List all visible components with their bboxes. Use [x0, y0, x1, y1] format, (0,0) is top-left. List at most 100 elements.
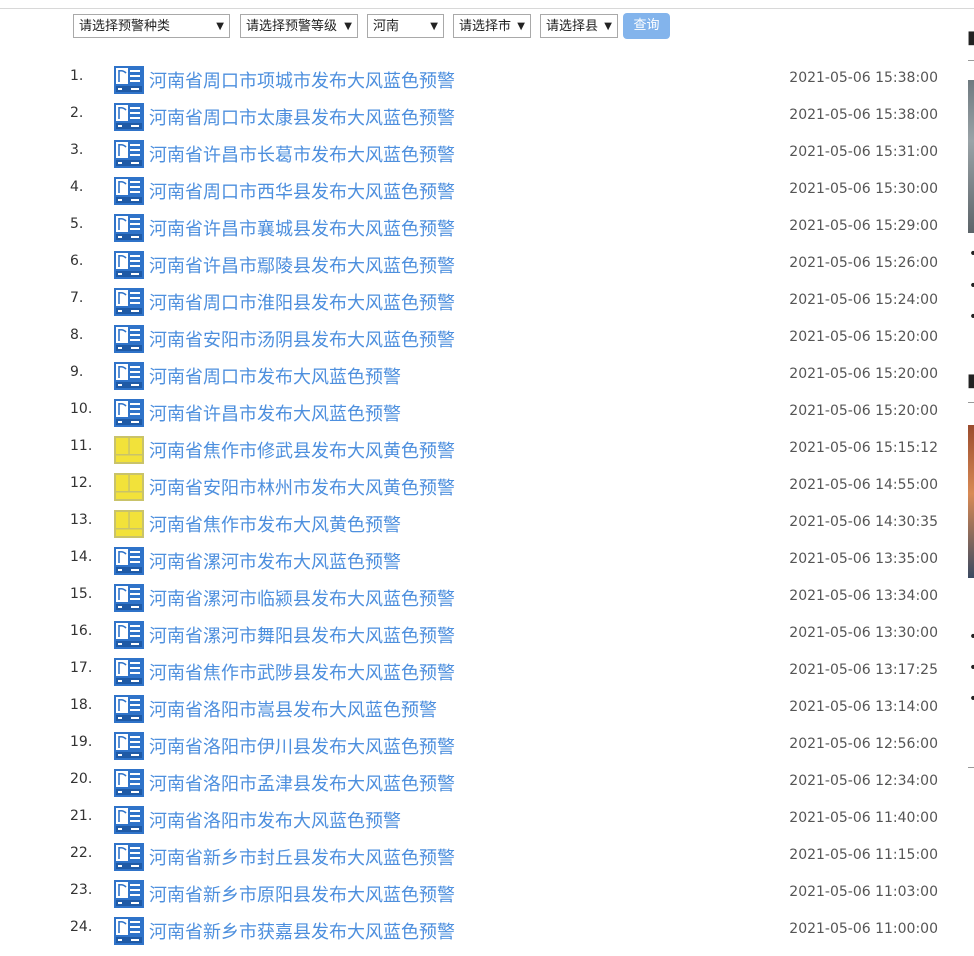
item-number: 3.: [70, 142, 84, 158]
yellow-wind-warning-icon: [114, 473, 144, 501]
list-item: 18. 河南省洛阳市嵩县发布大风蓝色预警 2021-05-06 13:14:00: [0, 690, 950, 727]
alert-timestamp: 2021-05-06 15:24:00: [789, 292, 938, 308]
query-button[interactable]: 查询: [623, 13, 670, 39]
alert-title-link[interactable]: 河南省洛阳市孟津县发布大风蓝色预警: [149, 770, 455, 796]
list-item: 2. 河南省周口市太康县发布大风蓝色预警 2021-05-06 15:38:00: [0, 98, 950, 135]
dropdown-arrow-icon: ▼: [344, 21, 352, 32]
top-divider: [0, 8, 974, 9]
item-number: 8.: [70, 327, 84, 343]
sidebar-divider: [968, 767, 974, 768]
alert-timestamp: 2021-05-06 13:30:00: [789, 625, 938, 641]
item-number: 6.: [70, 253, 84, 269]
sidebar-image[interactable]: [968, 80, 974, 233]
alert-title-link[interactable]: 河南省新乡市原阳县发布大风蓝色预警: [149, 881, 455, 907]
alert-title-link[interactable]: 河南省周口市太康县发布大风蓝色预警: [149, 104, 455, 130]
alert-timestamp: 2021-05-06 11:00:00: [789, 921, 938, 937]
alert-title-link[interactable]: 河南省许昌市鄢陵县发布大风蓝色预警: [149, 252, 455, 278]
dropdown-arrow-icon: ▼: [216, 21, 224, 32]
alert-title-link[interactable]: 河南省焦作市发布大风黄色预警: [149, 511, 401, 537]
item-number: 11.: [70, 438, 93, 454]
alert-title-link[interactable]: 河南省漯河市舞阳县发布大风蓝色预警: [149, 622, 455, 648]
bullet-icon: •: [969, 660, 974, 676]
warning-type-select[interactable]: 请选择预警种类 ▼: [73, 14, 230, 38]
list-item: 22. 河南省新乡市封丘县发布大风蓝色预警 2021-05-06 11:15:00: [0, 838, 950, 875]
list-item: 8. 河南省安阳市汤阴县发布大风蓝色预警 2021-05-06 15:20:00: [0, 320, 950, 357]
sidebar-image[interactable]: [968, 425, 974, 578]
province-select[interactable]: 河南 ▼: [367, 14, 444, 38]
alert-timestamp: 2021-05-06 11:40:00: [789, 810, 938, 826]
item-number: 23.: [70, 882, 93, 898]
right-sidebar-edge: ▮ • • • ▮ • • •: [962, 0, 974, 956]
sidebar-divider: [968, 402, 974, 403]
bullet-icon: •: [969, 629, 974, 645]
alert-title-link[interactable]: 河南省洛阳市发布大风蓝色预警: [149, 807, 401, 833]
blue-wind-warning-icon: [114, 214, 144, 242]
dropdown-arrow-icon: ▼: [517, 21, 525, 32]
blue-wind-warning-icon: [114, 362, 144, 390]
list-item: 19. 河南省洛阳市伊川县发布大风蓝色预警 2021-05-06 12:56:00: [0, 727, 950, 764]
alert-timestamp: 2021-05-06 15:20:00: [789, 403, 938, 419]
province-value: 河南: [373, 19, 400, 34]
alert-timestamp: 2021-05-06 15:20:00: [789, 366, 938, 382]
item-number: 17.: [70, 660, 93, 676]
item-number: 19.: [70, 734, 93, 750]
blue-wind-warning-icon: [114, 288, 144, 316]
list-item: 20. 河南省洛阳市孟津县发布大风蓝色预警 2021-05-06 12:34:00: [0, 764, 950, 801]
item-number: 18.: [70, 697, 93, 713]
alert-title-link[interactable]: 河南省周口市淮阳县发布大风蓝色预警: [149, 289, 455, 315]
alert-title-link[interactable]: 河南省洛阳市伊川县发布大风蓝色预警: [149, 733, 455, 759]
blue-wind-warning-icon: [114, 843, 144, 871]
alert-timestamp: 2021-05-06 11:15:00: [789, 847, 938, 863]
list-item: 15. 河南省漯河市临颍县发布大风蓝色预警 2021-05-06 13:34:00: [0, 579, 950, 616]
alert-title-link[interactable]: 河南省漯河市临颍县发布大风蓝色预警: [149, 585, 455, 611]
yellow-wind-warning-icon: [114, 510, 144, 538]
alert-timestamp: 2021-05-06 15:20:00: [789, 329, 938, 345]
item-number: 2.: [70, 105, 84, 121]
bullet-icon: •: [969, 278, 974, 294]
blue-wind-warning-icon: [114, 140, 144, 168]
alert-timestamp: 2021-05-06 15:38:00: [789, 70, 938, 86]
alert-title-link[interactable]: 河南省洛阳市嵩县发布大风蓝色预警: [149, 696, 437, 722]
alert-title-link[interactable]: 河南省焦作市武陟县发布大风蓝色预警: [149, 659, 455, 685]
blue-wind-warning-icon: [114, 399, 144, 427]
item-number: 9.: [70, 364, 84, 380]
alert-title-link[interactable]: 河南省周口市项城市发布大风蓝色预警: [149, 67, 455, 93]
list-item: 9. 河南省周口市发布大风蓝色预警 2021-05-06 15:20:00: [0, 357, 950, 394]
alert-title-link[interactable]: 河南省许昌市发布大风蓝色预警: [149, 400, 401, 426]
blue-wind-warning-icon: [114, 769, 144, 797]
warning-level-select[interactable]: 请选择预警等级 ▼: [240, 14, 358, 38]
item-number: 1.: [70, 68, 84, 84]
alert-title-link[interactable]: 河南省漯河市发布大风蓝色预警: [149, 548, 401, 574]
alert-title-link[interactable]: 河南省安阳市汤阴县发布大风蓝色预警: [149, 326, 455, 352]
alert-title-link[interactable]: 河南省焦作市修武县发布大风黄色预警: [149, 437, 455, 463]
alert-timestamp: 2021-05-06 14:30:35: [789, 514, 938, 530]
alert-title-link[interactable]: 河南省许昌市襄城县发布大风蓝色预警: [149, 215, 455, 241]
alert-timestamp: 2021-05-06 12:56:00: [789, 736, 938, 752]
list-item: 24. 河南省新乡市获嘉县发布大风蓝色预警 2021-05-06 11:00:00: [0, 912, 950, 949]
alert-title-link[interactable]: 河南省新乡市封丘县发布大风蓝色预警: [149, 844, 455, 870]
county-value: 请选择县: [546, 19, 599, 34]
alert-title-link[interactable]: 河南省许昌市长葛市发布大风蓝色预警: [149, 141, 455, 167]
list-item: 10. 河南省许昌市发布大风蓝色预警 2021-05-06 15:20:00: [0, 394, 950, 431]
county-select[interactable]: 请选择县 ▼: [540, 14, 618, 38]
blue-wind-warning-icon: [114, 547, 144, 575]
blue-wind-warning-icon: [114, 732, 144, 760]
list-item: 14. 河南省漯河市发布大风蓝色预警 2021-05-06 13:35:00: [0, 542, 950, 579]
city-select[interactable]: 请选择市 ▼: [453, 14, 531, 38]
item-number: 15.: [70, 586, 93, 602]
alert-title-link[interactable]: 河南省周口市发布大风蓝色预警: [149, 363, 401, 389]
sidebar-heading-fragment: ▮: [967, 370, 974, 391]
blue-wind-warning-icon: [114, 66, 144, 94]
item-number: 24.: [70, 919, 93, 935]
alert-timestamp: 2021-05-06 15:29:00: [789, 218, 938, 234]
item-number: 4.: [70, 179, 84, 195]
alert-title-link[interactable]: 河南省新乡市获嘉县发布大风蓝色预警: [149, 918, 455, 944]
bullet-icon: •: [969, 691, 974, 707]
alert-title-link[interactable]: 河南省安阳市林州市发布大风黄色预警: [149, 474, 455, 500]
alert-timestamp: 2021-05-06 13:17:25: [789, 662, 938, 678]
list-item: 11. 河南省焦作市修武县发布大风黄色预警 2021-05-06 15:15:12: [0, 431, 950, 468]
alert-title-link[interactable]: 河南省周口市西华县发布大风蓝色预警: [149, 178, 455, 204]
alert-timestamp: 2021-05-06 12:34:00: [789, 773, 938, 789]
alert-timestamp: 2021-05-06 13:14:00: [789, 699, 938, 715]
bullet-icon: •: [969, 246, 974, 262]
